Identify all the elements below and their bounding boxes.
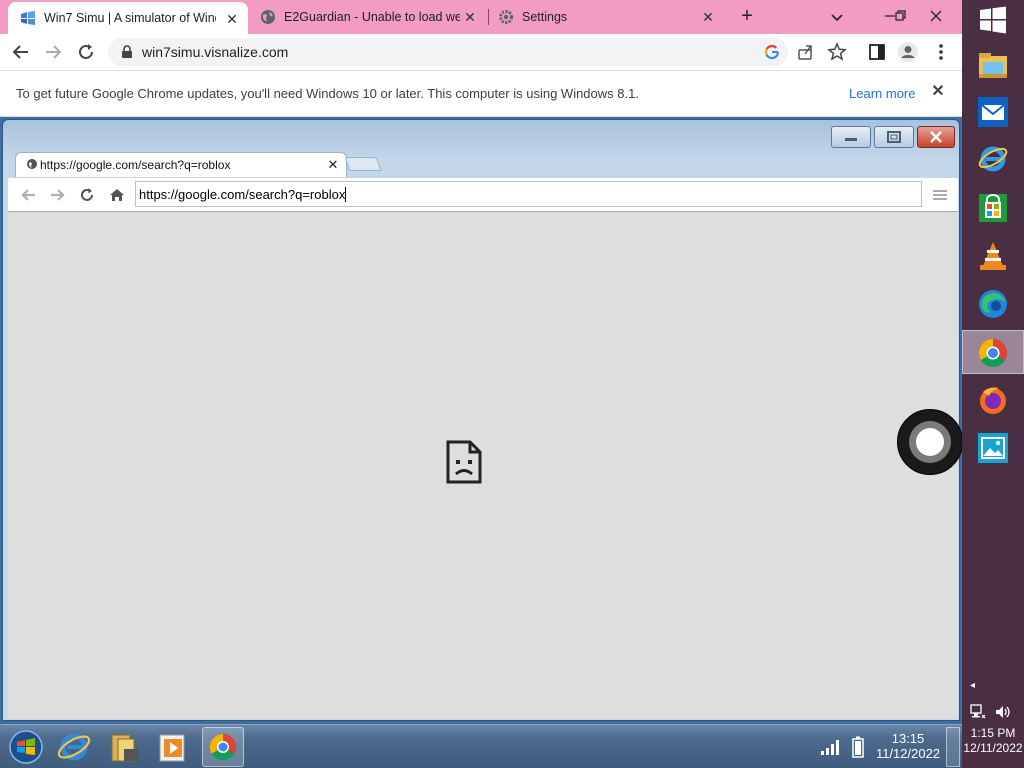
sim-page-content	[8, 211, 958, 719]
edge-icon[interactable]	[977, 288, 1009, 320]
tray-expand-arrow-icon[interactable]: ◂	[970, 680, 980, 692]
reload-icon[interactable]	[75, 41, 97, 63]
sim-clock-date: 11/12/2022	[875, 746, 941, 761]
back-arrow-icon[interactable]	[10, 41, 32, 63]
vlc-icon[interactable]	[977, 240, 1009, 272]
forward-arrow-icon[interactable]	[48, 186, 66, 204]
host-clock[interactable]: 1:15 PM 12/11/2022	[962, 726, 1024, 756]
close-icon[interactable]: ✕	[462, 9, 478, 25]
maximize-icon	[887, 131, 901, 143]
close-icon[interactable]: ✕	[326, 158, 340, 172]
restore-button[interactable]	[888, 4, 912, 28]
sim-tab-title: https://google.com/search?q=roblox	[40, 158, 231, 172]
tab-win7simu[interactable]: Win7 Simu | A simulator of Wind ✕	[8, 2, 248, 34]
tab-e2guardian[interactable]: E2Guardian - Unable to load web ✕	[252, 0, 486, 34]
home-icon[interactable]	[108, 186, 126, 204]
close-icon[interactable]: ✕	[700, 9, 716, 25]
more-menu-icon[interactable]	[930, 41, 952, 63]
close-icon	[930, 10, 942, 22]
text-caret	[345, 187, 347, 202]
back-arrow-icon[interactable]	[20, 186, 38, 204]
url-text[interactable]: win7simu.visnalize.com	[142, 44, 288, 60]
profile-avatar-icon[interactable]	[897, 41, 919, 63]
reload-icon[interactable]	[78, 186, 96, 204]
sim-address-value[interactable]: https://google.com/search?q=roblox	[139, 187, 345, 202]
lock-icon[interactable]	[120, 45, 134, 59]
file-explorer-icon[interactable]	[977, 50, 1009, 82]
close-icon[interactable]: ✕	[224, 11, 240, 27]
windows-start-icon[interactable]	[979, 6, 1007, 34]
store-icon[interactable]	[977, 192, 1009, 224]
tab-strip: Win7 Simu | A simulator of Wind ✕ E2Guar…	[0, 0, 962, 34]
win7simu-favicon-icon	[21, 11, 35, 25]
win7-simulator: https://google.com/search?q=roblox ✕ htt…	[0, 117, 962, 768]
side-panel-icon[interactable]	[866, 41, 888, 63]
address-bar[interactable]: win7simu.visnalize.com	[108, 38, 788, 66]
sim-minimize-button[interactable]	[831, 126, 871, 148]
tab-title: E2Guardian - Unable to load web	[284, 10, 460, 24]
mail-icon[interactable]	[977, 96, 1009, 128]
tab-title: Win7 Simu | A simulator of Wind	[44, 11, 216, 25]
sad-page-icon	[446, 440, 482, 484]
host-clock-time: 1:15 PM	[970, 726, 1016, 740]
chevron-down-icon[interactable]	[828, 8, 846, 26]
sim-maximize-button[interactable]	[874, 126, 914, 148]
update-infobar: To get future Google Chrome updates, you…	[0, 70, 962, 117]
toolbar: win7simu.visnalize.com	[0, 34, 962, 70]
sim-chrome-window: https://google.com/search?q=roblox ✕ htt…	[2, 119, 960, 721]
chrome-icon	[209, 733, 237, 761]
show-desktop-button[interactable]	[946, 727, 960, 767]
close-icon[interactable]: ✕	[929, 83, 947, 101]
internet-explorer-icon[interactable]	[54, 727, 96, 767]
tab-title: Settings	[522, 10, 568, 24]
sim-close-button[interactable]	[917, 126, 955, 148]
globe-icon	[261, 10, 275, 24]
new-tab-button[interactable]: +	[736, 6, 758, 28]
sim-address-bar[interactable]: https://google.com/search?q=roblox	[135, 181, 922, 207]
file-explorer-icon[interactable]	[104, 727, 146, 767]
host-clock-date: 12/11/2022	[963, 741, 1023, 755]
sim-clock-time: 13:15	[891, 731, 925, 746]
tab-separator	[488, 9, 489, 25]
host-taskbar: ◂ 1:15 PM 12/11/2022	[962, 0, 1024, 768]
hamburger-menu-icon[interactable]	[932, 187, 948, 203]
bookmark-star-icon[interactable]	[826, 41, 848, 63]
screen: Win7 Simu | A simulator of Wind ✕ E2Guar…	[0, 0, 1024, 768]
start-orb-icon[interactable]	[8, 729, 44, 765]
minimize-icon	[845, 138, 857, 141]
network-icon[interactable]	[970, 704, 986, 720]
globe-icon	[27, 159, 37, 169]
restore-icon	[895, 10, 906, 21]
settings-gear-icon	[499, 10, 513, 24]
touch-core	[916, 428, 944, 456]
sim-toolbar: https://google.com/search?q=roblox	[8, 177, 958, 211]
forward-arrow-icon[interactable]	[42, 41, 64, 63]
host-taskbar-chrome[interactable]	[962, 330, 1024, 374]
share-icon[interactable]	[794, 41, 816, 63]
sim-tab[interactable]: https://google.com/search?q=roblox ✕	[15, 152, 347, 178]
sim-new-tab-button[interactable]	[344, 157, 382, 171]
tab-settings[interactable]: Settings ✕	[494, 0, 724, 34]
touch-indicator	[897, 409, 963, 475]
media-player-icon[interactable]	[152, 727, 194, 767]
learn-more-link[interactable]: Learn more	[849, 86, 915, 101]
internet-explorer-icon[interactable]	[977, 142, 1009, 174]
sim-taskbar-chrome[interactable]	[202, 727, 244, 767]
sim-taskbar: 13:15 11/12/2022	[0, 724, 962, 768]
firefox-icon[interactable]	[977, 384, 1009, 416]
photos-icon[interactable]	[977, 432, 1009, 464]
google-icon[interactable]	[764, 44, 780, 60]
signal-bars-icon[interactable]	[820, 739, 842, 755]
close-window-button[interactable]	[924, 4, 948, 28]
chrome-window: Win7 Simu | A simulator of Wind ✕ E2Guar…	[0, 0, 962, 768]
battery-icon[interactable]	[852, 736, 864, 758]
infobar-message: To get future Google Chrome updates, you…	[16, 86, 639, 101]
sim-clock[interactable]: 13:15 11/12/2022	[872, 731, 944, 761]
volume-icon[interactable]	[994, 704, 1012, 720]
close-icon	[930, 131, 942, 143]
chrome-icon	[979, 339, 1007, 367]
